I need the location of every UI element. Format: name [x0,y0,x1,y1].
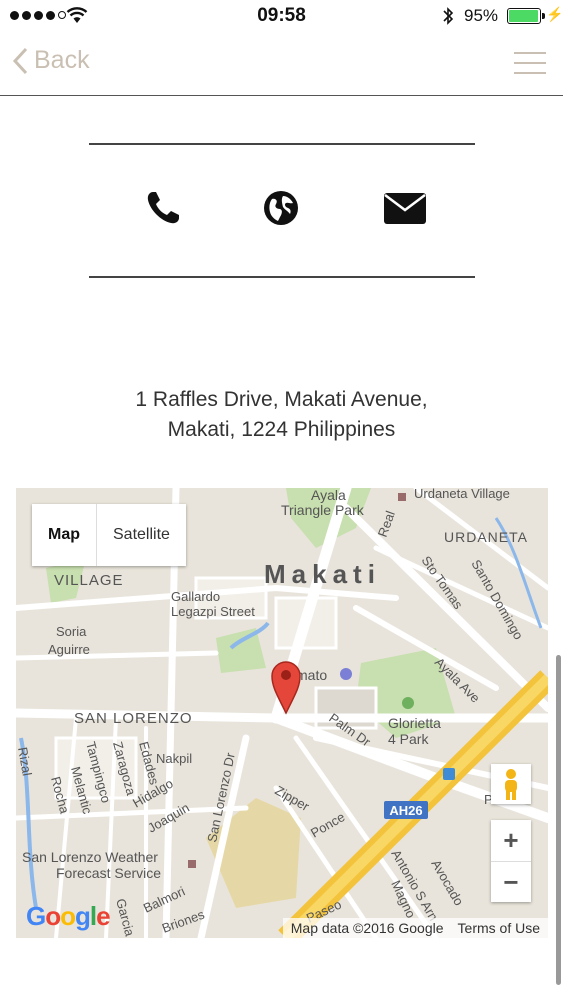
map-label: Nakpil [156,751,192,766]
charging-icon: ⚡ [546,6,563,22]
map-label: Soria [56,624,87,639]
zoom-control: + − [491,820,531,902]
hamburger-menu-icon[interactable] [514,52,546,74]
battery-icon [507,8,545,24]
map-label: URDANETA [444,529,528,545]
status-bar: 09:58 95% ⚡ [0,0,563,32]
globe-icon[interactable] [263,190,299,226]
map-label: Legazpi Street [171,604,255,619]
map-label: Makati [264,559,381,589]
map-label: Aguirre [48,642,90,657]
battery-percentage: 95% [464,6,499,25]
map-label: 4 Park [388,731,429,747]
map-label: SAN LORENZO [74,710,193,727]
back-label: Back [34,46,90,74]
chevron-left-icon [12,47,28,74]
scrollbar[interactable] [556,655,561,985]
envelope-icon[interactable] [383,190,427,226]
map-label: Gallardo [171,589,220,604]
map-type-map-button[interactable]: Map [32,504,97,566]
map-type-satellite-button[interactable]: Satellite [97,504,186,566]
phone-icon[interactable] [145,190,181,226]
map-label: Ayala [311,488,346,503]
top-divider [89,143,475,145]
zoom-out-button[interactable]: − [491,862,531,903]
map-view[interactable]: Ayala Triangle Park Urdaneta Village URD… [16,488,548,938]
address-line-1: 1 Raffles Drive, Makati Avenue, [135,388,428,411]
map-type-control: Map Satellite [32,504,186,566]
bluetooth-icon [443,7,454,25]
map-attribution: Map data ©2016 Google Terms of Use [282,918,548,938]
address: 1 Raffles Drive, Makati Avenue, Makati, … [0,385,563,445]
map-label: San Lorenzo Weather [22,849,158,865]
bottom-divider [89,276,475,278]
highway-shield: AH26 [389,803,422,818]
back-button[interactable]: Back [12,46,90,75]
map-label: Glorietta [388,715,441,731]
street-view-pegman-icon[interactable] [491,764,531,804]
google-logo: Google [26,901,111,931]
map-data-credit: Map data ©2016 Google [290,920,444,936]
map-label: Triangle Park [281,502,365,518]
navigation-bar: Back [0,32,563,96]
map-label: Urdaneta Village [414,488,510,501]
zoom-in-button[interactable]: + [491,820,531,862]
terms-of-use-link[interactable]: Terms of Use [458,920,540,936]
map-label: Forecast Service [56,865,161,881]
map-label: VILLAGE [54,572,124,589]
address-line-2: Makati, 1224 Philippines [167,418,396,441]
